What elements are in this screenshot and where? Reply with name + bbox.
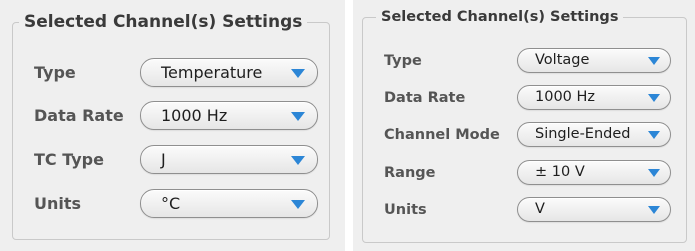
chevron-down-icon [291, 156, 305, 165]
units-dropdown-value: V [535, 201, 545, 217]
chevron-down-icon [648, 94, 660, 102]
units-dropdown[interactable]: V [517, 197, 671, 222]
channel-mode-dropdown-value: Single-Ended [535, 126, 631, 142]
type-dropdown-value: Temperature [161, 63, 263, 82]
units-label: Units [34, 194, 82, 213]
units-dropdown-value: °C [161, 194, 181, 213]
type-dropdown-value: Voltage [535, 52, 590, 68]
groupbox-title-right: Selected Channel(s) Settings [376, 7, 624, 27]
data-rate-label: Data Rate [34, 106, 124, 125]
chevron-down-icon [648, 57, 660, 65]
chevron-down-icon [648, 131, 660, 139]
settings-panel-left: Selected Channel(s) Settings Type Temper… [0, 0, 345, 251]
range-dropdown-value: ± 10 V [535, 164, 585, 180]
groupbox-title-left: Selected Channel(s) Settings [19, 11, 308, 33]
type-dropdown[interactable]: Voltage [517, 48, 671, 73]
tc-type-label: TC Type [34, 150, 104, 169]
type-label: Type [384, 53, 422, 69]
channel-mode-label: Channel Mode [384, 127, 500, 143]
tc-type-dropdown[interactable]: J [140, 145, 318, 174]
channel-mode-dropdown[interactable]: Single-Ended [517, 122, 671, 147]
type-dropdown[interactable]: Temperature [140, 58, 318, 87]
tc-type-dropdown-value: J [161, 150, 166, 169]
chevron-down-icon [291, 69, 305, 78]
chevron-down-icon [648, 169, 660, 177]
settings-panel-right: Selected Channel(s) Settings Type Voltag… [353, 0, 695, 251]
chevron-down-icon [291, 112, 305, 121]
data-rate-dropdown-value: 1000 Hz [535, 89, 596, 105]
chevron-down-icon [648, 206, 660, 214]
data-rate-dropdown[interactable]: 1000 Hz [517, 85, 671, 110]
units-label: Units [384, 202, 427, 218]
data-rate-dropdown[interactable]: 1000 Hz [140, 101, 318, 130]
chevron-down-icon [291, 200, 305, 209]
data-rate-dropdown-value: 1000 Hz [161, 106, 228, 125]
units-dropdown[interactable]: °C [140, 189, 318, 218]
data-rate-label: Data Rate [384, 90, 466, 106]
range-dropdown[interactable]: ± 10 V [517, 160, 671, 185]
type-label: Type [34, 63, 76, 82]
range-label: Range [384, 165, 436, 181]
